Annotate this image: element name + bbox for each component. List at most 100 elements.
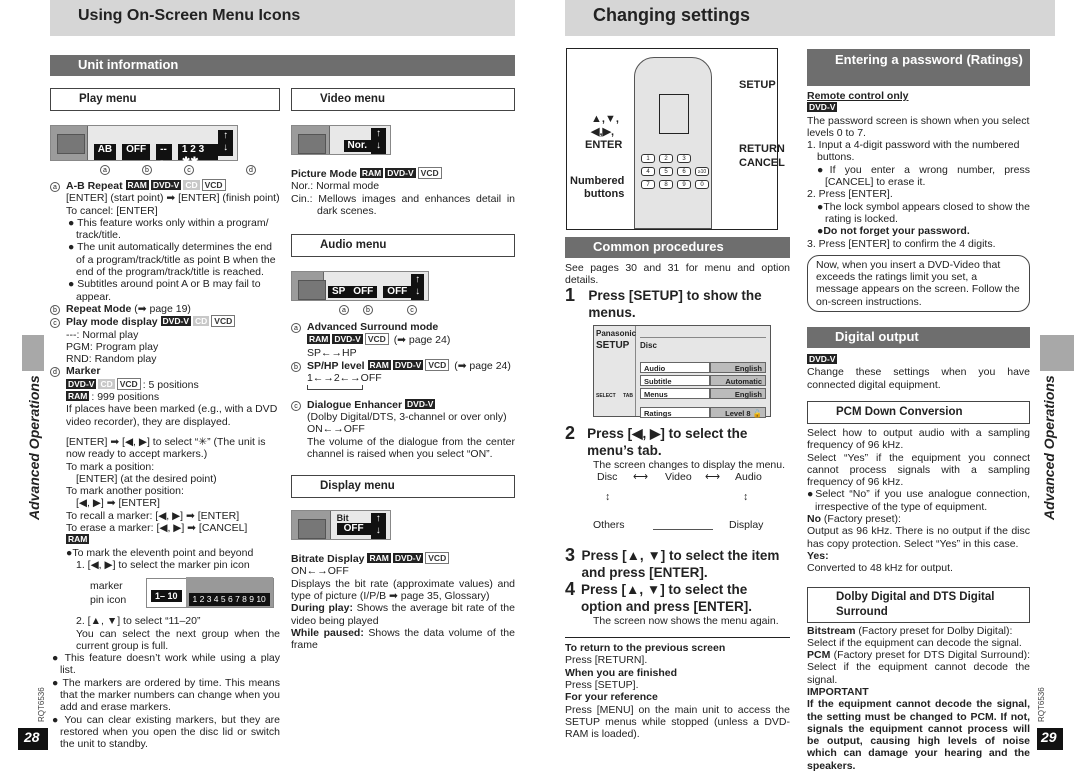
tab-disc: Disc — [597, 470, 618, 483]
key-3: 3 — [677, 154, 691, 163]
pcm-yes-text: Converted to 48 kHz for output. — [807, 562, 953, 575]
picture-mode-line: Cin.: Mellows images and enhances detail… — [291, 192, 515, 217]
pcm-no-text: Output as 96 kHz. There is no output if … — [807, 525, 1030, 550]
page-title-left: Using On-Screen Menu Icons — [50, 0, 515, 36]
play-menu-osd: AB OFF --- 1 2 3 ✱✱ ↑ ↓ — [50, 125, 238, 167]
password-step: 1. Input a 4-digit password with the num… — [807, 139, 1020, 164]
key-10plus: ≥10 — [695, 167, 709, 176]
password-intro: The password screen is shown when you se… — [807, 114, 1030, 139]
picture-mode-line: Nor.: Normal mode — [291, 180, 380, 193]
setup-title: SETUP — [596, 339, 630, 351]
cancel-label: CANCEL — [739, 157, 785, 169]
ram-bullet: ●To mark the eleventh point and beyond — [66, 546, 254, 559]
marker-instr: To recall a marker: [◀, ▶] ➡ [ENTER] — [66, 509, 240, 522]
buttons-label: buttons — [584, 188, 625, 200]
bitrate-desc: Displays the bit rate (approximate value… — [291, 577, 515, 603]
pcm-no: No (Factory preset): — [807, 513, 901, 526]
dialogue-line: (Dolby Digital/DTS, 3-channel or over on… — [307, 410, 507, 423]
display-menu-header: Display menu — [291, 475, 515, 499]
setup-row-menus[interactable]: Menus English — [640, 387, 766, 399]
setup-row-ratings[interactable]: Ratings Level 8 🔓 — [640, 406, 766, 418]
step4-desc: The screen now shows the menu again. — [593, 614, 779, 627]
setup-tab-disc: Disc — [640, 340, 657, 350]
remote-only-label: Remote control only — [807, 90, 909, 102]
callout-d: d — [246, 165, 256, 175]
audio-menu-header: Audio menu — [291, 234, 515, 258]
dialogue-enhancer: c Dialogue Enhancer DVD-V — [291, 398, 515, 411]
pcm-yes: Yes: — [807, 549, 829, 562]
ratings-note: Now, when you insert a DVD-Video that ex… — [807, 254, 1030, 313]
setup-screen: Panasonic SETUP SELECT TAB Disc Audio Engl… — [593, 324, 771, 418]
video-menu-header: Video menu — [291, 88, 515, 111]
setup-row-audio[interactable]: Audio English — [640, 361, 766, 373]
dialogue-line: The volume of the dialogue from the cent… — [307, 435, 515, 460]
display-icon — [292, 511, 331, 540]
marker-step2-desc: You can select the next group when the c… — [76, 627, 280, 652]
marker-step2: 2. [▲, ▼] to select “11–20” — [76, 615, 201, 628]
page-number-left: 28 — [18, 728, 48, 750]
during-play: During play: Shows the average bit rate … — [291, 602, 515, 627]
numbered-label: Numbered — [570, 175, 625, 187]
advanced-surround: a Advanced Surround mode — [291, 321, 515, 334]
osd-playmode: --- — [156, 144, 172, 167]
play-mode-line: ---: Normal play — [66, 328, 139, 341]
marker-bullet: ● The markers are ordered by time. This … — [52, 676, 280, 714]
marker-instr: To mark another position: — [66, 485, 184, 498]
play-mode-display: c Play mode display DVD-V CD VCD — [50, 315, 280, 329]
tab-display: Display — [729, 518, 764, 531]
osd-sp: SP — [327, 286, 350, 299]
osd-level: OFF — [349, 286, 378, 299]
marker-line2: RAM: 999 positions — [66, 391, 160, 404]
up-down-icon: ↑ ↓ — [411, 274, 424, 301]
tab-others: Others — [593, 518, 625, 531]
common-procedures: Common procedures See pages 30 and 31 fo… — [565, 237, 790, 741]
tab-video: Video — [665, 470, 692, 483]
level-line: 1←→2←→OFF — [307, 372, 382, 385]
bitstream-text: Bitstream (Factory preset for Dolby Digi… — [807, 624, 1022, 649]
common-intro: See pages 30 and 31 for menu and option … — [565, 262, 790, 287]
callout-b: b — [142, 165, 152, 175]
pcm-header: PCM Down Conversion — [807, 400, 1030, 424]
loop-arrow — [291, 384, 515, 393]
marker-instr: [ENTER] ➡ [◀, ▶] to select “✳” (The unit… — [66, 435, 266, 461]
pin-label: pin icon — [90, 594, 127, 607]
tag-ram: RAM — [125, 180, 149, 190]
doc-code-right: RQT6536 — [1037, 687, 1046, 722]
digital-output-header: Digital output — [807, 327, 1030, 349]
step-2: 2 Press [◀, ▶] to select the menu’s tab. — [565, 422, 748, 458]
setup-label: SETUP — [739, 79, 776, 91]
key-6: 6 — [677, 167, 691, 176]
pcm-line: ●Select “No” if you use analogue connect… — [807, 488, 1030, 513]
disc-icon — [51, 126, 88, 160]
ab-line: To cancel: [ENTER] — [66, 204, 158, 217]
osd-bit-label: Bit — [336, 513, 349, 524]
key-4: 4 — [641, 167, 655, 176]
tag-dvdv: DVD-V — [807, 102, 838, 113]
ab-line: [ENTER] (start point) ➡ [ENTER] (finish … — [66, 192, 280, 205]
marker-bullet: ● You can clear existing markers, but th… — [52, 713, 280, 751]
display-menu-osd: Bit OFF ↑ ↓ — [291, 510, 391, 541]
pin-numbers: 1 2 3 4 5 6 7 8 9 10 — [188, 593, 270, 607]
select-hint: SELECT — [596, 393, 616, 400]
play-menu-header: Play menu — [50, 88, 280, 111]
video-icon — [292, 126, 330, 154]
important-label: IMPORTANT — [807, 685, 869, 698]
repeat-mode: b Repeat Mode (➡ page 19) — [50, 303, 280, 315]
step2-desc: The screen changes to display the menu. — [593, 458, 786, 471]
pin-label: marker — [90, 580, 123, 593]
marker-pin-figure: marker pin icon 1– 10 1 2 3 4 5 6 7 8 9 1… — [50, 571, 280, 611]
page-title-right: Changing settings — [565, 0, 1055, 36]
key-0: 0 — [695, 180, 709, 189]
osd-marker: 1 2 3 ✱✱ — [177, 144, 219, 167]
marker-step1: 1. [◀, ▶] to select the marker pin icon — [76, 558, 250, 571]
bitrate-line: ON←→OFF — [291, 565, 349, 578]
surround-tags: RAM DVD-V VCD (➡ page 24) — [307, 333, 451, 347]
pcm-text: PCM (Factory preset for DTS Digital Surr… — [807, 649, 1030, 686]
note-heading: When you are finished — [565, 666, 678, 679]
tab-hint: TAB — [623, 393, 633, 400]
doc-code-left: RQT6536 — [37, 687, 46, 722]
password-section: Entering a password (Ratings) Remote con… — [807, 49, 1030, 772]
setup-row-subtitle[interactable]: Subtitle Automatic — [640, 374, 766, 386]
osd-bitrate: OFF — [336, 523, 371, 536]
key-7: 7 — [641, 180, 655, 189]
